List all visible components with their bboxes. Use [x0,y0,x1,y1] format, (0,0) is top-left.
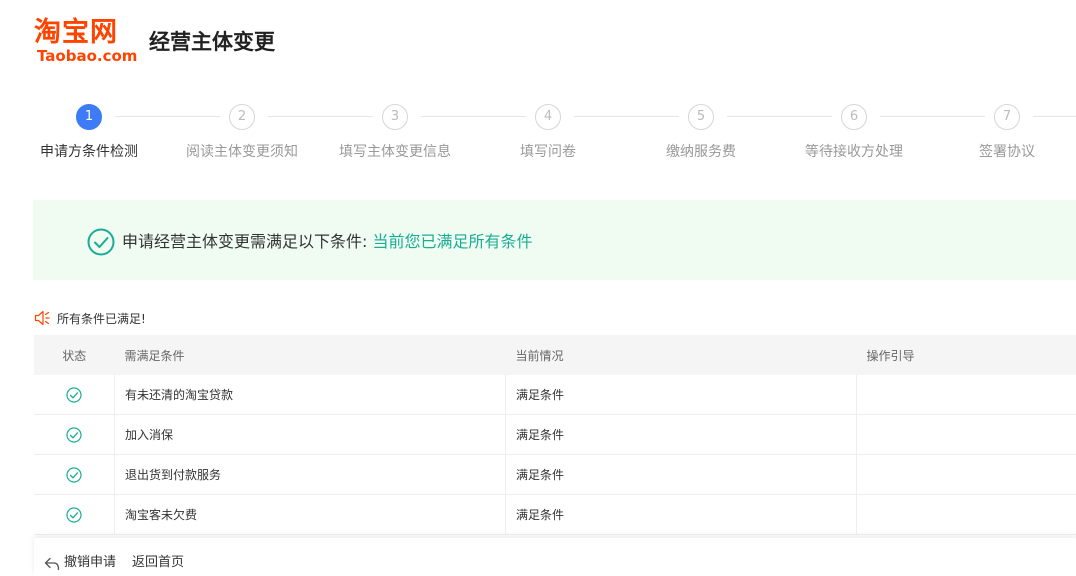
banner-text: 申请经营主体变更需满足以下条件: 当前您已满足所有条件 [122,231,533,253]
notice-text: 所有条件已满足! [57,312,146,326]
undo-icon [44,557,60,571]
table-row: 退出货到付款服务 满足条件 [34,454,1076,495]
back-to-home-button[interactable]: 返回首页 [132,554,184,572]
taobao-logo[interactable]: 淘宝网 Taobao.com [34,17,140,65]
condition-cell: 淘宝客未欠费 [114,494,506,535]
cancel-application-button[interactable]: 撤销申请 [64,554,116,572]
header-guide: 操作引导 [856,335,1076,375]
status-cell [34,375,115,415]
conditions-table: 状态 需满足条件 当前情况 操作引导 有未还清的淘宝贷款 满足条件 加入消保 满… [34,335,1076,535]
table-row: 淘宝客未欠费 满足条件 [34,494,1076,535]
logo-chinese-text: 淘宝网 [34,17,118,48]
step-4-label: 填写问卷 [520,144,576,160]
banner-highlight-text: 当前您已满足所有条件 [372,232,533,251]
step-5-label: 缴纳服务费 [666,144,736,160]
check-circle-icon [66,426,82,443]
conditions-banner: 申请经营主体变更需满足以下条件: 当前您已满足所有条件 [33,200,1076,280]
progress-stepper: 1 2 3 4 5 6 7 申请方条件检测 阅读主体变更须知 填写主体变更信息 … [0,100,1076,170]
current-status-cell: 满足条件 [505,414,857,455]
step-connector [574,116,679,117]
header-current: 当前情况 [505,335,857,375]
table-header-row: 状态 需满足条件 当前情况 操作引导 [34,335,1076,375]
guide-cell [856,414,1076,455]
step-3-number: 3 [382,104,408,130]
status-cell [34,454,115,495]
banner-main-text: 申请经营主体变更需满足以下条件: [122,232,368,251]
step-connector [1033,116,1076,117]
guide-cell [856,375,1076,415]
step-3-label: 填写主体变更信息 [339,144,451,160]
step-7-label: 签署协议 [979,144,1035,160]
table-row: 有未还清的淘宝贷款 满足条件 [34,375,1076,415]
guide-cell [856,454,1076,495]
step-1-number: 1 [76,104,102,130]
status-cell [34,414,115,455]
check-circle-icon [66,466,82,483]
status-cell [34,494,115,535]
guide-cell [856,494,1076,535]
step-1-label: 申请方条件检测 [40,144,138,160]
step-2-label: 阅读主体变更须知 [186,144,298,160]
step-6-number: 6 [841,104,867,130]
step-2-number: 2 [229,104,255,130]
condition-cell: 退出货到付款服务 [114,454,506,495]
page-title: 经营主体变更 [149,30,275,54]
step-connector [268,116,373,117]
action-footer: 撤销申请 返回首页 [34,538,1076,576]
table-row: 加入消保 满足条件 [34,414,1076,455]
header-condition: 需满足条件 [114,335,506,375]
step-connector [421,116,526,117]
step-connector [115,116,220,117]
step-connector [727,116,832,117]
header-status: 状态 [34,335,115,375]
step-6-label: 等待接收方处理 [805,144,903,160]
condition-cell: 有未还清的淘宝贷款 [114,375,506,415]
step-5-number: 5 [688,104,714,130]
speaker-icon [34,310,50,326]
current-status-cell: 满足条件 [505,454,857,495]
current-status-cell: 满足条件 [505,494,857,535]
step-7-number: 7 [994,104,1020,130]
check-circle-icon [87,228,115,256]
step-4-number: 4 [535,104,561,130]
check-circle-icon [66,386,82,403]
check-circle-icon [66,506,82,523]
step-connector [880,116,985,117]
current-status-cell: 满足条件 [505,375,857,415]
logo-english-text: Taobao.com [37,47,138,65]
condition-cell: 加入消保 [114,414,506,455]
